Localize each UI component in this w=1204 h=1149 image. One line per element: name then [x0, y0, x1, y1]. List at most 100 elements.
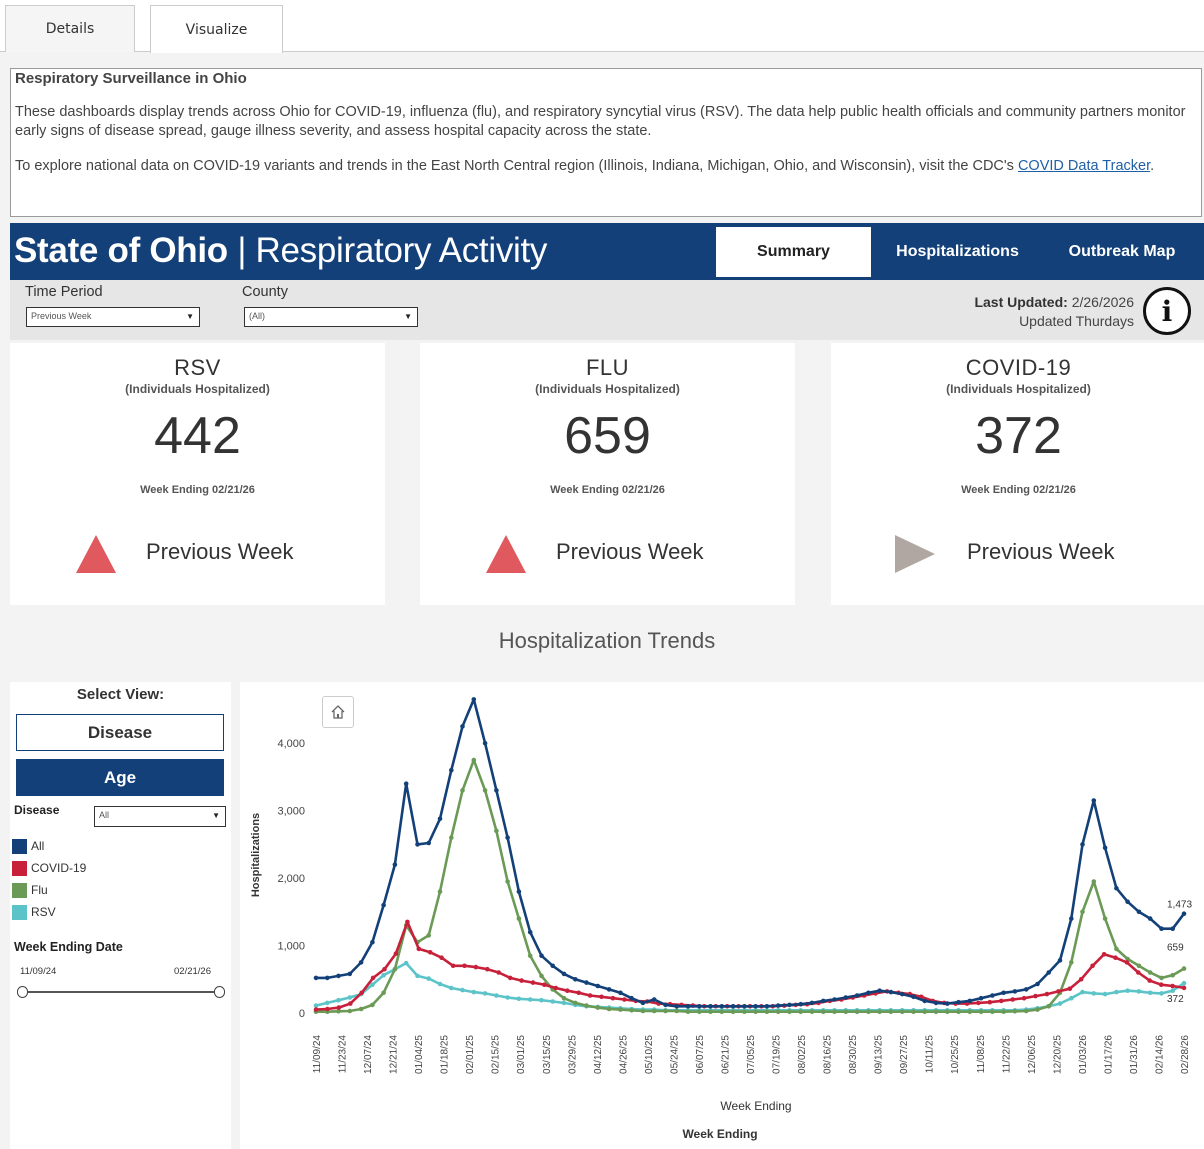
- tab-visualize[interactable]: Visualize: [150, 5, 283, 53]
- data-point: [1170, 983, 1175, 989]
- data-point: [764, 1009, 770, 1014]
- legend-item-covid[interactable]: COVID-19: [12, 860, 86, 876]
- home-icon[interactable]: [322, 696, 354, 728]
- data-point: [618, 1007, 623, 1012]
- data-point: [987, 999, 993, 1005]
- date-slider-start-handle[interactable]: [17, 986, 28, 998]
- data-point: [584, 980, 589, 985]
- kpi-change-label: Previous Week: [967, 539, 1115, 564]
- county-select[interactable]: (All) ▼: [244, 307, 418, 327]
- kpi-card-flu: FLU (Individuals Hospitalized) 659 Week …: [420, 343, 795, 605]
- home-icon-glyph: [331, 705, 345, 719]
- data-point: [325, 1006, 330, 1012]
- kpi-subtitle: (Individuals Hospitalized): [125, 382, 270, 396]
- data-point: [999, 998, 1004, 1004]
- intro-paragraph-1: These dashboards display trends across O…: [15, 104, 1186, 139]
- data-point: [663, 1002, 668, 1008]
- data-point: [798, 1001, 803, 1007]
- disease-select[interactable]: All ▼: [94, 806, 226, 827]
- section-title: Hospitalization Trends: [498, 628, 716, 653]
- data-point: [482, 740, 488, 746]
- data-point: [505, 879, 510, 884]
- data-point: [449, 835, 454, 840]
- data-point: [1170, 972, 1175, 978]
- data-point: [519, 978, 524, 983]
- data-point: [516, 889, 522, 894]
- data-point: [809, 1009, 815, 1014]
- x-tick-label: 05/10/25: [644, 1035, 655, 1074]
- legend-swatch: [12, 838, 27, 854]
- data-point: [553, 985, 559, 991]
- data-point: [370, 939, 375, 945]
- data-point: [945, 1009, 950, 1014]
- data-point: [595, 983, 601, 989]
- x-tick-label: 01/17/26: [1103, 1035, 1114, 1074]
- data-point: [719, 1004, 725, 1009]
- time-period-select[interactable]: Previous Week ▼: [26, 307, 200, 327]
- date-slider-track[interactable]: [22, 991, 220, 993]
- data-point: [1080, 909, 1085, 915]
- data-point: [1170, 988, 1175, 993]
- data-point: [485, 966, 490, 972]
- data-point: [1158, 982, 1164, 987]
- data-point: [1136, 909, 1142, 915]
- covid-data-tracker-link[interactable]: COVID Data Tracker: [1018, 158, 1150, 174]
- data-point: [1078, 977, 1084, 982]
- data-point: [719, 1009, 725, 1014]
- kpi-card-rsv: RSV (Individuals Hospitalized) 442 Week …: [10, 343, 385, 605]
- age-view-button[interactable]: Age: [16, 759, 224, 796]
- x-tick-label: 12/20/25: [1052, 1035, 1063, 1074]
- data-point: [382, 966, 387, 972]
- filter-bar: Time Period Previous Week ▼ County (All)…: [10, 280, 1204, 340]
- data-point: [539, 997, 544, 1003]
- tab-details[interactable]: Details: [5, 5, 135, 52]
- x-tick-label: 12/21/24: [389, 1035, 400, 1074]
- legend-label: COVID-19: [31, 861, 87, 875]
- data-point: [787, 1009, 792, 1014]
- nav-outbreak-map-button[interactable]: Outbreak Map: [1050, 227, 1194, 277]
- data-point: [866, 1009, 871, 1014]
- data-point: [1102, 991, 1108, 997]
- series-line-rsv: [315, 961, 1185, 1012]
- hospitalization-chart[interactable]: 0 1,000 2,000 3,000 4,000 Hospitalizations 11/…: [240, 682, 1204, 1149]
- data-point: [1080, 842, 1085, 847]
- info-icon[interactable]: i: [1143, 287, 1191, 335]
- data-point: [1033, 993, 1038, 999]
- data-point: [1136, 970, 1141, 975]
- data-point: [1147, 970, 1153, 975]
- data-point: [685, 1009, 691, 1014]
- data-point: [527, 929, 533, 935]
- kpi-value: 659: [564, 407, 651, 465]
- data-point: [415, 842, 420, 847]
- data-point: [606, 987, 612, 992]
- chevron-down-icon: ▼: [212, 811, 220, 820]
- data-point: [1044, 991, 1050, 997]
- nav-hospitalizations-button[interactable]: Hospitalizations: [880, 227, 1035, 277]
- data-point: [471, 989, 477, 995]
- legend-item-rsv[interactable]: RSV: [12, 904, 56, 920]
- legend-item-all[interactable]: All: [12, 838, 44, 854]
- dashboard-title-bold: State of Ohio: [14, 231, 228, 270]
- legend-item-flu[interactable]: Flu: [12, 882, 48, 898]
- data-point: [640, 1000, 646, 1006]
- date-slider-end-handle[interactable]: [214, 986, 225, 998]
- data-point: [427, 950, 433, 955]
- data-point: [370, 1002, 375, 1008]
- disease-view-button[interactable]: Disease: [16, 714, 224, 751]
- data-point: [460, 987, 465, 993]
- data-point: [651, 997, 657, 1002]
- x-tick-label: 11/08/25: [976, 1035, 987, 1074]
- data-point: [381, 990, 386, 996]
- x-tick-label: 02/15/25: [491, 1035, 502, 1074]
- data-point: [854, 993, 860, 998]
- data-point: [313, 975, 319, 981]
- data-point: [1147, 978, 1152, 983]
- intro-box: Respiratory Surveillance in Ohio These d…: [10, 68, 1202, 217]
- x-tick-label: 03/15/25: [542, 1035, 553, 1074]
- x-tick-label: 06/21/25: [720, 1035, 731, 1074]
- data-point: [325, 975, 330, 981]
- nav-summary-button[interactable]: Summary: [716, 227, 871, 277]
- data-point: [415, 973, 420, 979]
- dashboard-banner: State of Ohio | Respiratory Activity Sum…: [10, 223, 1204, 280]
- kpi-week: Week Ending 02/21/26: [550, 484, 665, 496]
